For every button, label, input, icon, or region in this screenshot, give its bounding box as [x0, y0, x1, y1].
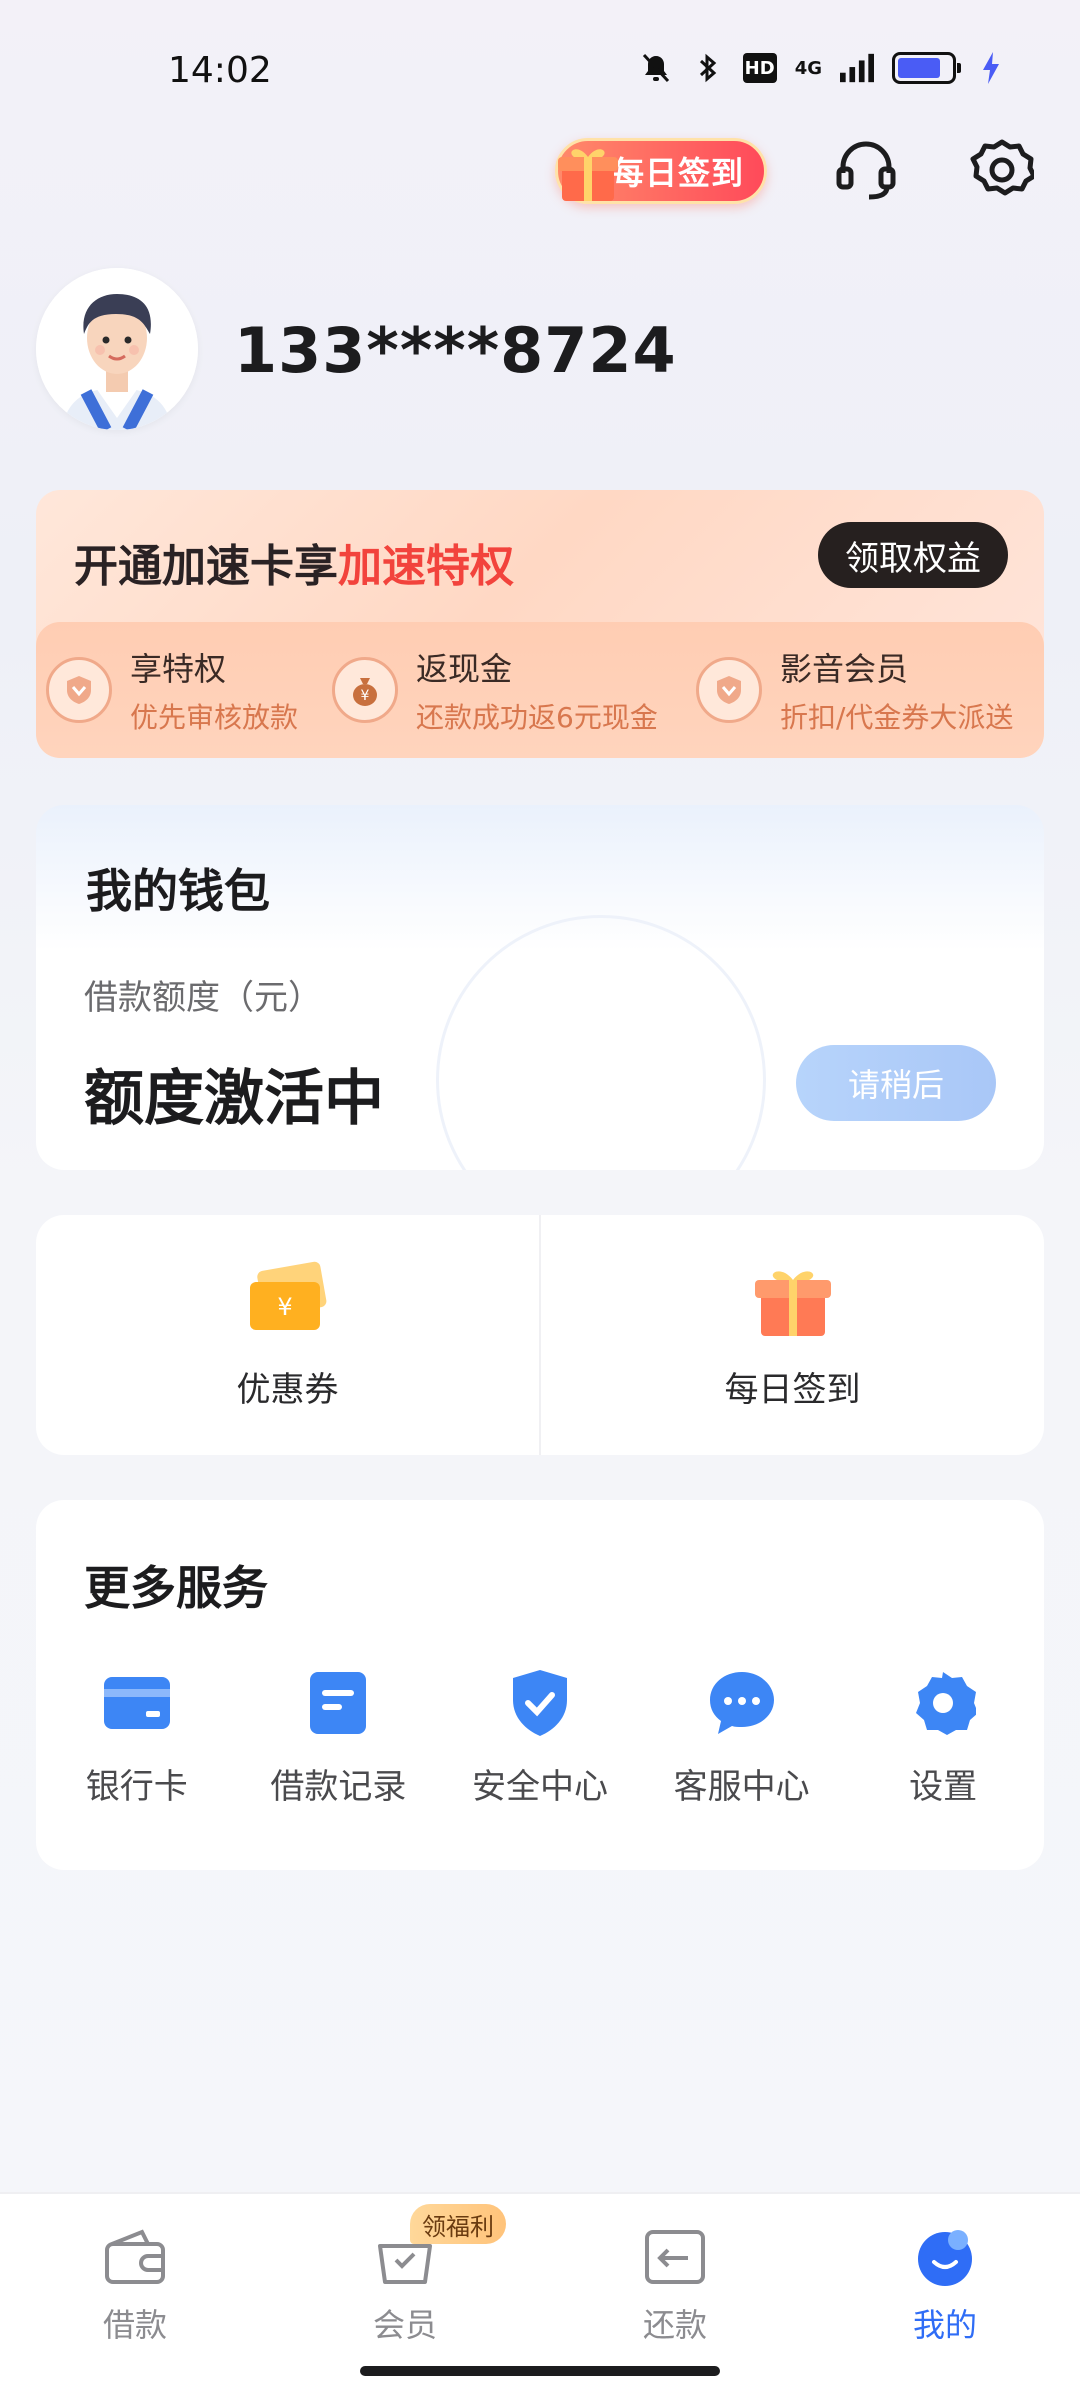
daily-signin-button[interactable]: 每日签到 — [555, 138, 767, 204]
coupon-entry[interactable]: ¥ 优惠券 — [36, 1215, 539, 1455]
service-settings[interactable]: 设置 — [842, 1665, 1044, 1815]
nav-label: 我的 — [912, 2306, 977, 2344]
wallet-decoration — [436, 915, 766, 1170]
coupon-icon: ¥ — [244, 1260, 332, 1340]
gear-icon — [905, 1665, 981, 1741]
network-label: 4G — [794, 57, 822, 79]
perk-desc: 还款成功返6元现金 — [416, 701, 658, 734]
signin-label: 每日签到 — [611, 154, 744, 192]
services-row: 银行卡 借款记录 安全中心 客服中心 设置 — [36, 1665, 1044, 1815]
perk-title: 返现金 — [416, 650, 513, 688]
nav-label: 还款 — [642, 2306, 707, 2344]
nav-loan[interactable]: 借款 — [65, 2222, 205, 2346]
bluetooth-icon — [691, 50, 725, 86]
nav-label: 借款 — [102, 2306, 167, 2344]
service-customer-center[interactable]: 客服中心 — [641, 1665, 843, 1815]
please-wait-button[interactable]: 请稍后 — [796, 1045, 996, 1121]
perk-item: 享特权 优先审核放款 — [46, 622, 298, 758]
accelerate-title-highlight: 加速特权 — [338, 541, 514, 592]
status-bar: 14:02 HD 4G — [0, 0, 1080, 140]
perk-item: 影音会员 折扣/代金券大派送 — [696, 622, 1013, 758]
hd-icon: HD — [742, 53, 777, 83]
chat-icon — [704, 1665, 780, 1741]
service-security-center[interactable]: 安全中心 — [439, 1665, 641, 1815]
perk-item: ¥ 返现金 还款成功返6元现金 — [332, 622, 658, 758]
service-label: 设置 — [909, 1767, 978, 1807]
wallet-card: 我的钱包 借款额度（元） 额度激活中 请稍后 — [36, 805, 1044, 1170]
status-icons: HD 4G — [639, 50, 1008, 86]
service-bank-card[interactable]: 银行卡 — [36, 1665, 238, 1815]
avatar[interactable] — [36, 268, 198, 430]
wallet-title: 我的钱包 — [86, 864, 270, 918]
service-loan-records[interactable]: 借款记录 — [238, 1665, 440, 1815]
heart-shield-icon — [696, 657, 762, 723]
nav-mine[interactable]: 我的 — [875, 2222, 1015, 2346]
svg-text:¥: ¥ — [361, 688, 370, 704]
nav-repay[interactable]: 还款 — [605, 2222, 745, 2346]
mute-icon — [639, 50, 673, 86]
daily-signin-label: 每日签到 — [724, 1369, 861, 1410]
charging-icon — [974, 50, 1008, 86]
settings-gear-icon[interactable] — [966, 134, 1038, 206]
perk-title: 影音会员 — [780, 650, 909, 688]
more-services: 更多服务 银行卡 借款记录 安全中心 客服中心 设置 — [36, 1500, 1044, 1870]
shield-icon — [502, 1665, 578, 1741]
repay-icon — [640, 2222, 710, 2292]
svg-text:¥: ¥ — [277, 1293, 292, 1321]
profile-page: 14:02 HD 4G 每日签到 133****8724 开通加速卡享加速特权 … — [0, 0, 1080, 2400]
accelerate-title: 开通加速卡享加速特权 — [74, 530, 514, 594]
service-label: 客服中心 — [673, 1767, 810, 1807]
gift-icon — [552, 135, 624, 207]
gift-box-icon — [749, 1260, 837, 1340]
service-label: 借款记录 — [270, 1767, 407, 1807]
services-title: 更多服务 — [84, 1561, 268, 1615]
user-phone: 133****8724 — [234, 314, 677, 387]
battery-icon — [892, 52, 961, 84]
coupon-label: 优惠券 — [236, 1369, 339, 1410]
nav-label: 会员 — [372, 2306, 437, 2344]
bank-card-icon — [99, 1665, 175, 1741]
service-label: 安全中心 — [471, 1767, 608, 1807]
perk-title: 享特权 — [130, 650, 227, 688]
service-label: 银行卡 — [85, 1767, 188, 1807]
claim-benefits-button[interactable]: 领取权益 — [818, 522, 1008, 588]
accelerate-title-prefix: 开通加速卡享 — [74, 541, 338, 592]
perks-row: 享特权 优先审核放款 ¥ 返现金 还款成功返6元现金 影音会员 折扣/代金券大派… — [36, 622, 1044, 758]
signal-icon — [840, 50, 874, 86]
quick-entries: ¥ 优惠券 每日签到 — [36, 1215, 1044, 1455]
credit-limit-label: 借款额度（元） — [84, 978, 322, 1018]
profile-icon — [910, 2222, 980, 2292]
accelerate-card[interactable]: 开通加速卡享加速特权 领取权益 享特权 优先审核放款 ¥ 返现金 还款成功返6元… — [36, 490, 1044, 758]
home-indicator — [360, 2366, 720, 2376]
welfare-badge: 领福利 — [410, 2204, 506, 2244]
money-bag-icon: ¥ — [332, 657, 398, 723]
record-icon — [300, 1665, 376, 1741]
credit-limit-status: 额度激活中 — [84, 1064, 384, 1134]
perk-desc: 折扣/代金券大派送 — [780, 701, 1014, 734]
heart-shield-icon — [46, 657, 112, 723]
status-time: 14:02 — [168, 50, 272, 91]
daily-signin-entry[interactable]: 每日签到 — [539, 1215, 1044, 1455]
wallet-icon — [100, 2222, 170, 2292]
perk-desc: 优先审核放款 — [130, 701, 299, 734]
customer-service-icon[interactable] — [830, 134, 902, 206]
